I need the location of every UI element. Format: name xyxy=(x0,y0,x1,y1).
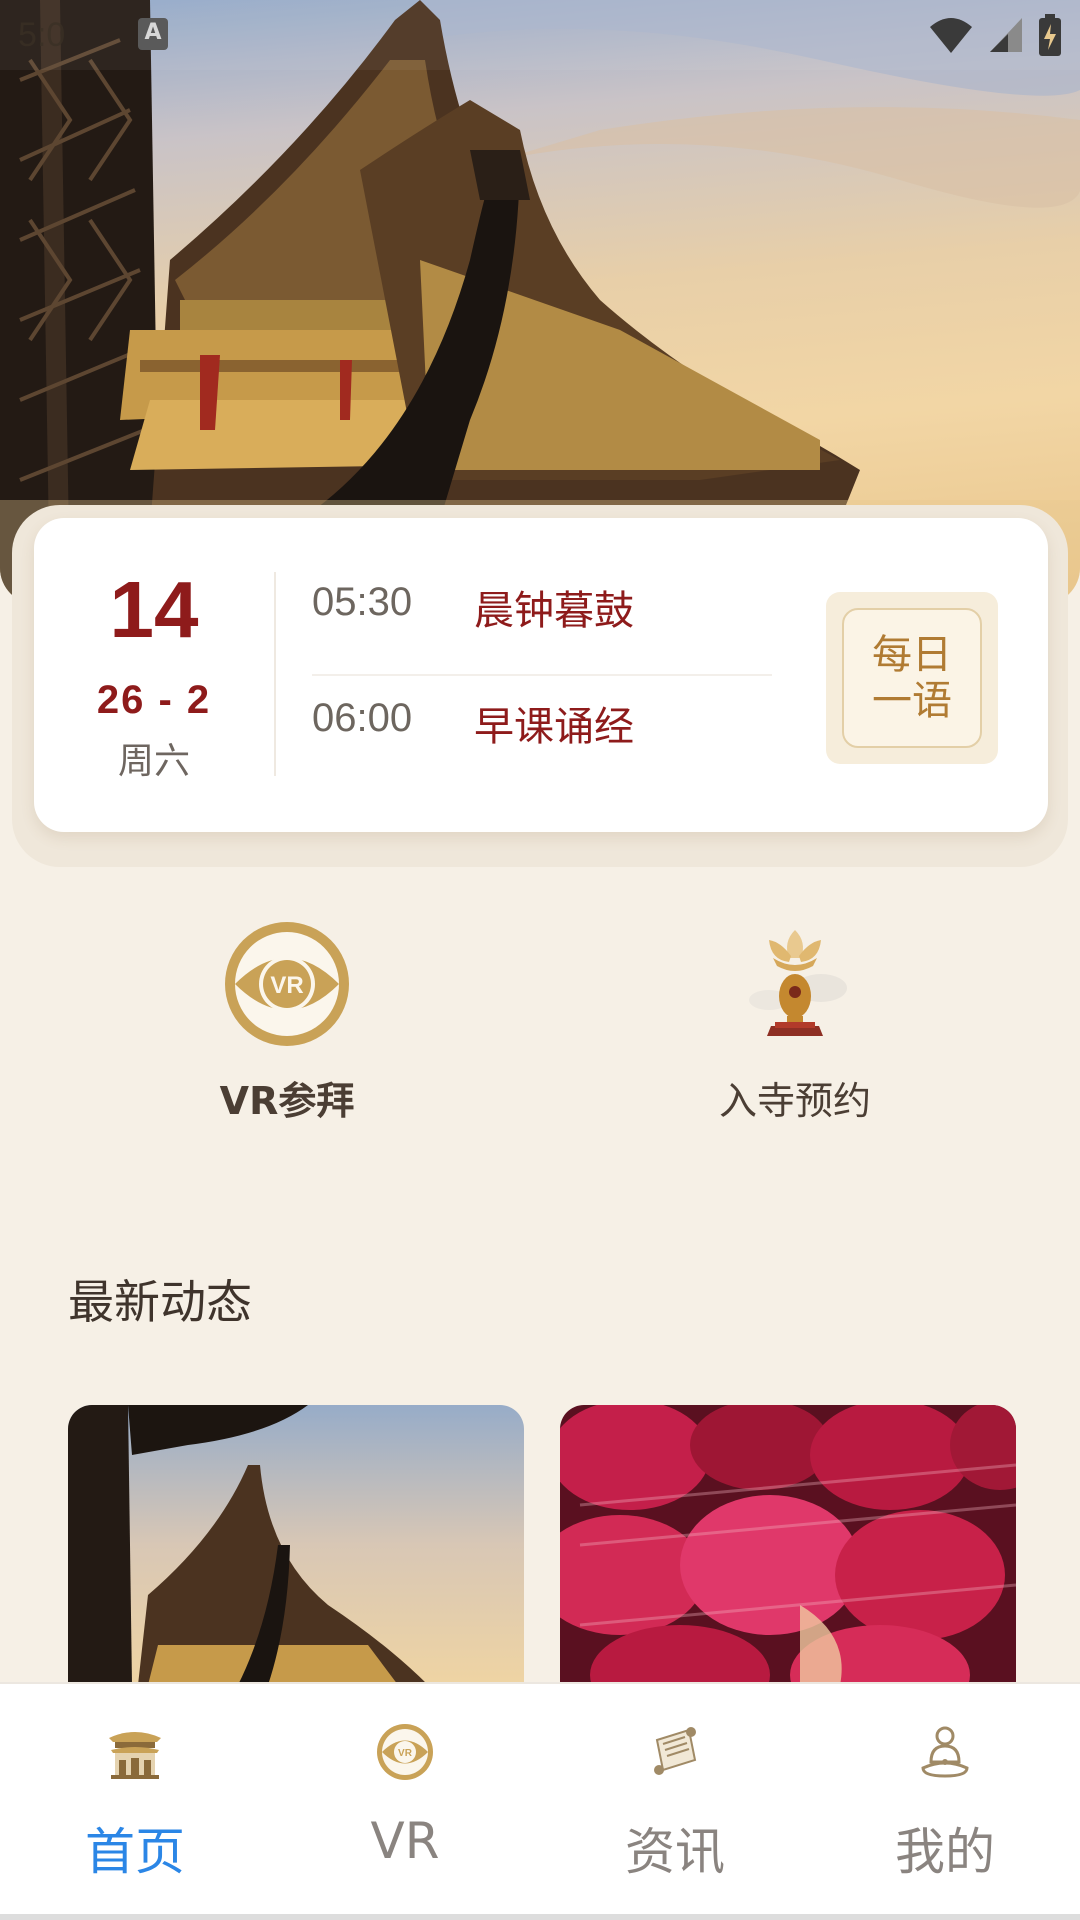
status-time: 5:0 xyxy=(18,16,66,54)
lotus-lamp-icon xyxy=(749,930,847,1036)
schedule-time: 05:30 xyxy=(312,580,413,624)
vr-eye-icon: VR xyxy=(377,1724,433,1780)
scroll-icon xyxy=(654,1727,697,1775)
nav-tab-profile[interactable]: 我的 xyxy=(810,1684,1080,1920)
nav-tab-profile-label: 我的 xyxy=(895,1823,995,1881)
news-thumbnail-image xyxy=(560,1405,1016,1685)
vr-worship-button[interactable]: VR VR参拜 xyxy=(137,918,437,1138)
date-block: 14 26 - 2 周六 xyxy=(34,518,274,832)
schedule-item[interactable]: 06:00 早课诵经 xyxy=(312,682,782,762)
daily-quote-label: 每日一语 xyxy=(872,632,952,724)
schedule-card: 14 26 - 2 周六 05:30 晨钟暮鼓 06:00 早课诵经 每日一语 xyxy=(34,518,1048,832)
vertical-divider xyxy=(274,572,276,776)
horizontal-divider xyxy=(312,674,772,676)
date-day: 14 xyxy=(109,565,199,654)
daily-quote-frame: 每日一语 xyxy=(842,608,982,748)
temple-gate-icon xyxy=(109,1732,161,1779)
news-section-title: 最新动态 xyxy=(68,1275,252,1329)
nav-tab-vr[interactable]: VR VR xyxy=(270,1684,540,1920)
date-weekday: 周六 xyxy=(117,741,190,782)
nav-tab-vr-label: VR xyxy=(370,1812,440,1870)
temple-booking-button[interactable]: 入寺预约 xyxy=(645,918,945,1138)
bottom-navigation: 首页 VR VR 资讯 我的 xyxy=(0,1682,1080,1920)
nav-tab-news[interactable]: 资讯 xyxy=(540,1684,810,1920)
app-root: 5:0 A 14 26 - 2 周六 05:30 晨钟暮鼓 06:00 早课诵经… xyxy=(0,0,1080,1920)
news-thumbnail-image xyxy=(68,1405,524,1685)
status-bar: 5:0 A xyxy=(0,0,1080,70)
home-indicator xyxy=(0,1914,1080,1920)
nav-tab-home-label: 首页 xyxy=(85,1823,185,1881)
temple-booking-label: 入寺预约 xyxy=(718,1079,871,1123)
nav-tab-news-label: 资讯 xyxy=(625,1823,725,1881)
svg-text:VR: VR xyxy=(398,1748,413,1759)
schedule-time: 06:00 xyxy=(312,696,413,740)
signal-icon xyxy=(990,18,1022,52)
schedule-item[interactable]: 05:30 晨钟暮鼓 xyxy=(312,566,782,646)
wifi-icon xyxy=(930,18,972,53)
status-icons xyxy=(928,14,1062,56)
nav-tab-home[interactable]: 首页 xyxy=(0,1684,270,1920)
battery-icon xyxy=(1039,14,1061,56)
notification-icon: A xyxy=(138,18,168,50)
schedule-title: 早课诵经 xyxy=(474,704,634,750)
vr-worship-label: VR参拜 xyxy=(219,1079,355,1123)
schedule-title: 晨钟暮鼓 xyxy=(474,588,634,634)
news-card[interactable] xyxy=(68,1405,524,1685)
vr-eye-icon: VR xyxy=(225,922,349,1046)
date-month: 26 - 2 xyxy=(96,678,212,722)
daily-quote-button[interactable]: 每日一语 xyxy=(826,592,998,764)
svg-text:VR: VR xyxy=(270,972,303,999)
news-card[interactable] xyxy=(560,1405,1016,1685)
buddha-icon xyxy=(921,1726,969,1778)
